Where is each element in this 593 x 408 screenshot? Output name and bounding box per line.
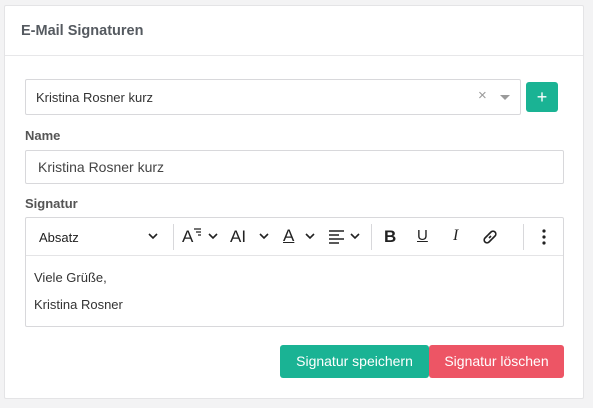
line-height-icon: AI xyxy=(230,227,247,246)
toolbar-divider xyxy=(173,224,174,250)
toolbar-divider xyxy=(523,224,524,250)
bold-icon: B xyxy=(384,227,397,246)
name-label: Name xyxy=(25,128,61,143)
underline-button[interactable]: U xyxy=(412,218,436,256)
paragraph-format-dropdown[interactable]: Absatz xyxy=(26,218,172,256)
align-left-icon xyxy=(329,230,344,244)
insert-link-button[interactable] xyxy=(478,218,504,256)
more-options-button[interactable] xyxy=(533,218,557,256)
signature-select[interactable]: Kristina Rosner kurz × xyxy=(25,79,521,115)
signature-select-value: Kristina Rosner kurz xyxy=(36,90,154,105)
align-dropdown[interactable] xyxy=(327,218,365,256)
chevron-down-icon[interactable] xyxy=(500,95,510,100)
editor-toolbar: Absatz A AI A B U I xyxy=(26,218,563,256)
more-vertical-icon xyxy=(542,229,546,245)
chevron-down-icon xyxy=(148,233,158,240)
bold-button[interactable]: B xyxy=(380,218,404,256)
line-height-dropdown[interactable]: AI xyxy=(230,218,270,256)
chevron-down-icon xyxy=(305,233,315,240)
clear-icon[interactable]: × xyxy=(478,87,487,104)
italic-button[interactable]: I xyxy=(446,218,470,256)
lines-icon xyxy=(194,228,201,236)
chevron-down-icon xyxy=(350,233,360,240)
italic-icon: I xyxy=(453,227,459,244)
font-size-dropdown[interactable]: A xyxy=(182,218,222,256)
save-signature-button[interactable]: Signatur speichern xyxy=(280,345,429,378)
delete-signature-button[interactable]: Signatur löschen xyxy=(429,345,564,378)
paragraph-format-value: Absatz xyxy=(39,230,79,245)
add-signature-button[interactable]: + xyxy=(526,82,558,112)
signature-content[interactable]: Viele Grüße, Kristina Rosner xyxy=(34,270,123,324)
font-color-dropdown[interactable]: A xyxy=(283,218,319,256)
toolbar-divider xyxy=(371,224,372,250)
font-color-icon: A xyxy=(283,226,295,245)
font-size-icon: A xyxy=(182,227,194,246)
signature-line-1: Viele Grüße, xyxy=(34,270,107,285)
signature-label: Signatur xyxy=(25,196,78,211)
underline-icon: U xyxy=(417,227,428,244)
signatures-panel: E-Mail Signaturen Kristina Rosner kurz ×… xyxy=(4,5,584,399)
chevron-down-icon xyxy=(208,233,218,240)
name-input[interactable] xyxy=(25,150,564,184)
signature-line-2: Kristina Rosner xyxy=(34,297,123,312)
chevron-down-icon xyxy=(259,233,269,240)
panel-title: E-Mail Signaturen xyxy=(5,6,583,56)
link-icon xyxy=(483,230,497,244)
signature-editor[interactable]: Absatz A AI A B U I Viele Grüße, Kristin… xyxy=(25,217,564,327)
